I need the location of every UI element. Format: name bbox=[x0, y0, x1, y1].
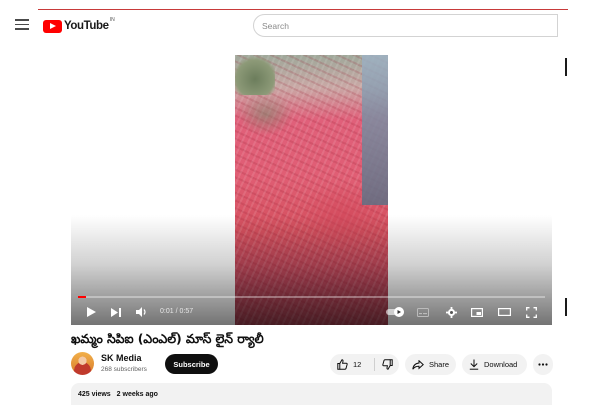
current-time: 0:01 bbox=[160, 308, 174, 315]
volume-icon[interactable] bbox=[134, 305, 150, 319]
like-count: 12 bbox=[353, 360, 362, 369]
download-button[interactable]: Download bbox=[462, 354, 527, 375]
more-actions-button[interactable] bbox=[533, 354, 553, 375]
miniplayer-icon[interactable] bbox=[469, 305, 485, 319]
duration: 0:57 bbox=[179, 308, 194, 315]
like-dislike-group: 12 bbox=[330, 354, 399, 375]
progress-fill bbox=[78, 296, 87, 298]
search-box[interactable] bbox=[253, 14, 558, 37]
autoplay-toggle-icon[interactable] bbox=[385, 305, 407, 319]
page-edge-marker bbox=[565, 298, 567, 316]
subscribe-button[interactable]: Subscribe bbox=[165, 354, 218, 374]
time-separator: / bbox=[175, 308, 178, 315]
video-title: ఖమ్మం సిపిఐ (ఎంఎల్) మాస్ లైన్ ర్యాలీ bbox=[71, 331, 264, 346]
next-icon[interactable] bbox=[109, 305, 123, 319]
youtube-logo[interactable]: YouTube IN bbox=[43, 17, 115, 34]
time-display: 0:01 / 0:57 bbox=[160, 308, 193, 315]
like-button[interactable]: 12 bbox=[330, 354, 374, 375]
channel-name[interactable]: SK Media bbox=[101, 353, 142, 363]
menu-icon[interactable] bbox=[15, 19, 29, 31]
youtube-logo-icon bbox=[43, 19, 62, 33]
settings-icon[interactable] bbox=[443, 305, 459, 319]
dislike-button[interactable] bbox=[375, 354, 399, 375]
search-input[interactable] bbox=[254, 15, 557, 36]
fullscreen-icon[interactable] bbox=[523, 305, 539, 319]
logo-text: YouTube bbox=[64, 20, 109, 32]
share-label: Share bbox=[429, 360, 450, 369]
progress-bar[interactable] bbox=[78, 296, 545, 298]
share-button[interactable]: Share bbox=[405, 354, 456, 375]
avatar[interactable] bbox=[71, 352, 94, 375]
description-meta: 425 views 2 weeks ago bbox=[78, 391, 162, 398]
like-icon bbox=[337, 359, 348, 370]
video-scene-building bbox=[362, 55, 388, 205]
download-icon bbox=[469, 359, 479, 370]
dislike-icon bbox=[381, 359, 393, 370]
description-box[interactable]: 425 views 2 weeks ago bbox=[71, 383, 552, 405]
theater-icon[interactable] bbox=[496, 305, 512, 319]
upload-date: 2 weeks ago bbox=[116, 391, 158, 398]
download-label: Download bbox=[484, 360, 518, 369]
subtitles-icon[interactable] bbox=[415, 305, 431, 319]
video-scene-trees bbox=[235, 55, 275, 95]
play-icon[interactable] bbox=[84, 305, 98, 319]
country-code: IN bbox=[109, 17, 115, 23]
video-player[interactable]: 0:01 / 0:57 bbox=[71, 55, 552, 325]
masthead: YouTube IN bbox=[0, 10, 589, 42]
page-edge-marker bbox=[565, 58, 567, 76]
view-count: 425 views bbox=[78, 391, 111, 398]
subscriber-count: 268 subscribers bbox=[101, 366, 147, 373]
player-controls: 0:01 / 0:57 bbox=[71, 302, 552, 322]
share-icon bbox=[412, 359, 424, 370]
more-icon bbox=[538, 363, 548, 366]
